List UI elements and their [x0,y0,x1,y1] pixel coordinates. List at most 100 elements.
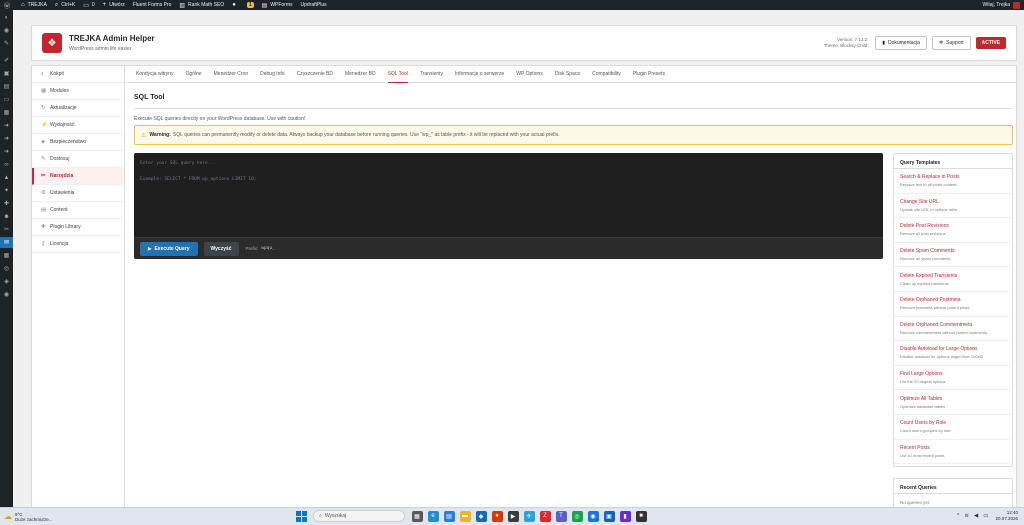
fluent-forms-item[interactable]: Fluent Forms Pro [133,2,172,8]
updraftplus-item[interactable]: UpdraftPlus [301,2,327,8]
edge-icon[interactable]: e [427,510,439,522]
app5-icon[interactable]: ■ [635,510,647,522]
app4-icon[interactable]: ▮ [619,510,631,522]
template-item[interactable]: Search & Replace in Posts Replace text in… [894,169,1012,194]
sidebar-item-plugin-library[interactable]: ✚ Plugin Library [32,219,124,236]
tab-wp-options[interactable]: WP Options [516,66,543,83]
chevron-up-icon[interactable]: ^ [957,513,960,519]
support-button[interactable]: ✲ Support [931,36,971,50]
windows-start-icon[interactable] [296,510,307,522]
tab-mened-er-bd[interactable]: Menedżer BD [345,66,376,83]
menu-stats-icon[interactable]: ▲ [0,172,13,183]
template-item[interactable]: Delete Orphaned Postmeta Remove postmeta … [894,292,1012,317]
sidebar-item-kokpit[interactable]: ◐ Kokpit [32,66,124,83]
tab-compatibility[interactable]: Compatibility [592,66,621,83]
taskbar-search[interactable]: ⌕ Wyszukaj [313,510,405,522]
task-view-icon[interactable]: ▦ [411,510,423,522]
tab-plugin-presets[interactable]: Plugin Presets [633,66,665,83]
menu-tools-icon[interactable]: ✂ [0,224,13,235]
tab-transienty[interactable]: Transienty [420,66,443,83]
tab-czyszczenie-bd[interactable]: Czyszczenie BD [297,66,333,83]
wpforms-item[interactable]: ▤ WPForms [262,2,293,9]
template-name[interactable]: Find Large Options [900,371,1006,377]
battery-icon[interactable]: ▭ [983,513,988,519]
template-name[interactable]: Search & Replace in Posts [900,174,1006,180]
terminal-icon[interactable]: ▶ [507,510,519,522]
template-item[interactable]: Change Site URL Update site URL in option… [894,194,1012,219]
template-item[interactable]: Count Users by Role Count users grouped b… [894,415,1012,440]
documentation-button[interactable]: ▮ Dokumentacja [875,36,927,50]
template-name[interactable]: Delete Spam Comments [900,248,1006,254]
tab-kondycja-witryny[interactable]: Kondycja witryny [136,66,174,83]
menu-dashboard-icon[interactable]: ◐ [0,12,13,23]
tab-og-lne[interactable]: Ogólne [186,66,202,83]
menu-grid-icon[interactable]: ▦ [0,250,13,261]
template-name[interactable]: Delete Expired Transients [900,273,1006,279]
template-item[interactable]: Delete Orphaned Commentmeta Remove commen… [894,317,1012,342]
tab-sql-tool[interactable]: SQL Tool [387,66,408,83]
menu-forms-icon[interactable]: ▦ [0,107,13,118]
teams-icon[interactable]: T [555,510,567,522]
template-item[interactable]: Recent Posts List 10 most recent posts [894,440,1012,465]
template-name[interactable]: Optimize All Tables [900,396,1006,402]
menu-collapse-icon[interactable]: ◉ [0,289,13,300]
tab-mened-er-cron[interactable]: Menedżer Cron [214,66,248,83]
chrome-icon[interactable]: ◎ [571,510,583,522]
template-item[interactable]: Delete Post Revisions Remove all post rev… [894,218,1012,243]
menu-appearance-icon[interactable]: ✦ [0,185,13,196]
template-name[interactable]: Delete Post Revisions [900,223,1006,229]
menu-arrow3-icon[interactable]: ➜ [0,146,13,157]
sidebar-item-ustawienia[interactable]: ⚙ Ustawienia [32,185,124,202]
app3-icon[interactable]: ▣ [603,510,615,522]
comments-item[interactable]: ▭ 0 [83,2,94,9]
vscode-icon[interactable]: ◆ [475,510,487,522]
sidebar-item-wydajno-[interactable]: ⚡ Wydajność [32,117,124,134]
sidebar-item-content[interactable]: ▤ Content [32,202,124,219]
menu-seo-icon[interactable]: ◎ [0,263,13,274]
menu-pin-icon[interactable]: ✐ [0,55,13,66]
app2-icon[interactable]: ◉ [587,510,599,522]
sidebar-item-dostosuj[interactable]: ✎ Dostosuj [32,151,124,168]
file-explorer-icon[interactable]: ▬ [459,510,471,522]
menu-shield-icon[interactable]: ◈ [0,276,13,287]
menu-users-icon[interactable]: ☻ [0,211,13,222]
volume-icon[interactable]: ◀ [974,513,978,519]
tab-disk-space[interactable]: Disk Space [555,66,580,83]
menu-link-icon[interactable]: ∞ [0,159,13,170]
menu-trejka-icon[interactable]: ✉ [0,237,13,248]
template-name[interactable]: Delete Orphaned Commentmeta [900,322,1006,328]
rank-math-item[interactable]: ▥ Rank Math SEO [179,2,224,9]
menu-comments-icon[interactable]: ▭ [0,94,13,105]
menu-arrow2-icon[interactable]: ➜ [0,133,13,144]
filezilla-icon[interactable]: Z [539,510,551,522]
notification-badge[interactable]: 1 [246,2,254,8]
menu-media-icon[interactable]: ▣ [0,68,13,79]
menu-pages-icon[interactable]: ▤ [0,81,13,92]
template-item[interactable]: Delete Spam Comments Remove all spam comm… [894,243,1012,268]
template-item[interactable]: Find Large Options List the 20 largest op… [894,366,1012,391]
sidebar-item-narz-dzia[interactable]: ✂ Narzędzia [32,168,124,185]
telegram-icon[interactable]: ✈ [523,510,535,522]
command-palette-item[interactable]: ⌕ Ctrl+K [55,2,75,9]
template-item[interactable]: Optimize All Tables Optimize database tab… [894,390,1012,415]
wp-logo-item[interactable]: ⓦ [4,1,13,10]
template-name[interactable]: Recent Posts [900,445,1006,451]
menu-plugins-icon[interactable]: ✚ [0,198,13,209]
template-item[interactable]: Delete Expired Transients Clean up expire… [894,267,1012,292]
clear-button[interactable]: Wyczyść [203,241,239,256]
app-icon[interactable]: ● [491,510,503,522]
sql-query-input[interactable]: Enter your SQL query here... Example: SE… [140,160,257,184]
sidebar-item-bezpiecze-stwo[interactable]: ◈ Bezpieczeństwo [32,134,124,151]
wifi-icon[interactable]: ≋ [964,513,969,519]
store-icon[interactable]: ▤ [443,510,455,522]
menu-arrow-icon[interactable]: ➜ [0,120,13,131]
clock[interactable]: 12:40 20.07.2026 [995,510,1018,522]
weather-widget[interactable]: ☁ 9°C Duże zachmurze... [4,512,84,522]
sidebar-item-licencja[interactable]: ⚷ Licencja [32,236,124,253]
execute-query-button[interactable]: ▶ Execute Query [140,241,198,256]
tab-informacje-o-serwerze[interactable]: Informacje o serwerze [455,66,504,83]
help-item[interactable]: ● [232,2,239,8]
sidebar-item-modules[interactable]: ▦ Modules [32,83,124,100]
menu-posts-icon[interactable]: ✎ [0,38,13,49]
template-name[interactable]: Delete Orphaned Postmeta [900,297,1006,303]
